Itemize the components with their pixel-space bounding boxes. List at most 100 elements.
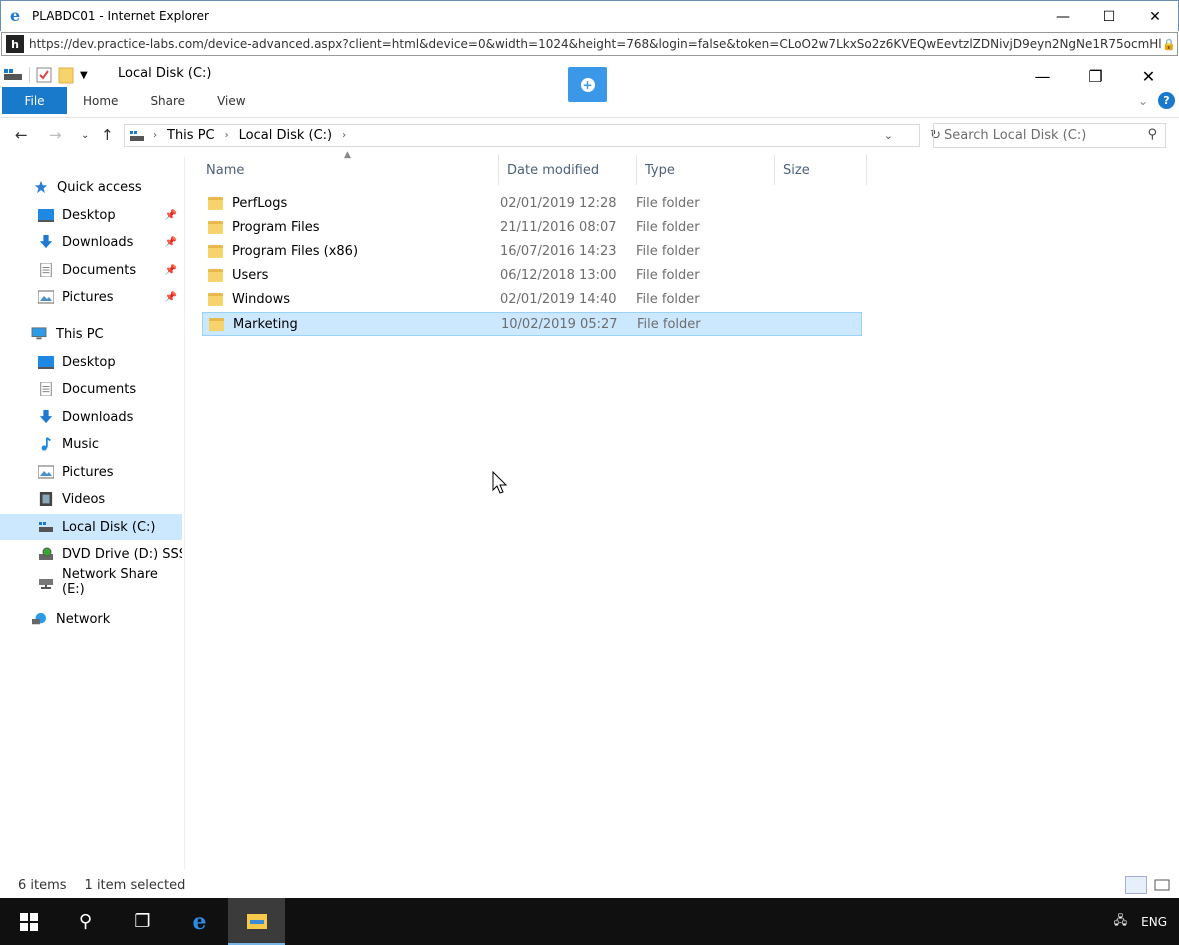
pin-icon[interactable]: 📌: [165, 237, 177, 248]
recent-locations-icon[interactable]: ⌄: [81, 130, 89, 141]
language-indicator[interactable]: ENG: [1141, 915, 1167, 929]
browser-close-button[interactable]: ✕: [1132, 1, 1178, 32]
file-row[interactable]: PerfLogs 02/01/2019 12:28 File folder: [202, 191, 862, 215]
internet-explorer-taskbar-button[interactable]: e: [171, 898, 228, 945]
tab-share[interactable]: Share: [134, 87, 201, 114]
folder-icon: [208, 268, 223, 282]
sidebar-item-label: Network Share (E:): [62, 567, 158, 597]
browser-title: PLABDC01 - Internet Explorer: [32, 9, 209, 23]
file-date: 02/01/2019 14:40: [500, 291, 617, 307]
column-header-size[interactable]: Size: [775, 155, 867, 185]
task-view-button[interactable]: ❐: [114, 898, 171, 945]
forward-arrow-icon[interactable]: →: [49, 126, 62, 144]
breadcrumb-chevron-icon[interactable]: ›: [342, 130, 346, 141]
sidebar-item-pc-downloads[interactable]: Downloads: [0, 404, 182, 430]
file-type: File folder: [636, 219, 700, 235]
sidebar-item-dvd-drive[interactable]: DVD Drive (D:) SSS_X: [0, 541, 182, 567]
desktop-icon: [38, 209, 54, 222]
sidebar-item-label: Pictures: [62, 289, 114, 305]
film-icon: [39, 492, 53, 506]
breadcrumb-this-pc[interactable]: This PC: [167, 128, 215, 143]
start-button[interactable]: [0, 898, 57, 945]
system-tray: 🖧 ENG: [1114, 898, 1167, 945]
address-bar[interactable]: h https://dev.practice-labs.com/device-a…: [1, 32, 1178, 56]
sidebar-item-label: Quick access: [57, 179, 142, 195]
file-row[interactable]: Windows 02/01/2019 14:40 File folder: [202, 287, 862, 311]
navigation-bar: ← → ⌄ ↑ › This PC › Local Disk (C:) › ⌄ …: [0, 117, 1179, 152]
customize-toolbar-icon[interactable]: ▼: [80, 70, 88, 81]
sidebar-item-desktop[interactable]: Desktop 📌: [0, 202, 182, 228]
browser-minimize-button[interactable]: —: [1040, 1, 1086, 32]
search-icon[interactable]: ⚲: [1147, 127, 1157, 142]
file-name: Users: [232, 267, 269, 283]
sidebar-item-documents[interactable]: Documents 📌: [0, 257, 182, 283]
network-tray-icon[interactable]: 🖧: [1114, 911, 1127, 932]
help-icon[interactable]: ?: [1158, 92, 1175, 109]
up-arrow-icon[interactable]: ↑: [101, 126, 114, 144]
back-arrow-icon[interactable]: ←: [15, 126, 28, 144]
sidebar-item-this-pc[interactable]: This PC: [0, 321, 182, 347]
close-button[interactable]: ✕: [1122, 62, 1175, 90]
file-row[interactable]: Program Files (x86) 16/07/2016 14:23 Fil…: [202, 239, 862, 263]
column-header-name[interactable]: Name: [198, 155, 499, 185]
sidebar-item-pc-documents[interactable]: Documents: [0, 376, 182, 402]
new-folder-icon[interactable]: [58, 66, 74, 84]
internet-explorer-icon: e: [10, 6, 21, 25]
sidebar-item-pc-pictures[interactable]: Pictures: [0, 459, 182, 485]
expand-ribbon-icon[interactable]: ⌄: [1138, 94, 1148, 108]
sidebar-item-network-share[interactable]: Network Share (E:): [0, 567, 182, 597]
file-row[interactable]: Users 06/12/2018 13:00 File folder: [202, 263, 862, 287]
file-row-selected[interactable]: Marketing 10/02/2019 05:27 File folder: [202, 312, 862, 336]
tab-file[interactable]: File: [2, 87, 67, 114]
status-bar: 6 items 1 item selected: [0, 872, 1179, 898]
address-dropdown-icon[interactable]: ⌄: [884, 129, 893, 142]
sidebar-item-label: Videos: [62, 491, 106, 507]
pin-icon[interactable]: 📌: [165, 292, 177, 303]
minimize-button[interactable]: —: [1016, 62, 1069, 90]
drive-icon: [39, 522, 53, 532]
sidebar-item-music[interactable]: Music: [0, 431, 182, 457]
large-icons-view-icon[interactable]: [1151, 876, 1173, 894]
breadcrumb-chevron-icon[interactable]: ›: [153, 130, 157, 141]
column-header-date[interactable]: Date modified: [499, 155, 637, 185]
pictures-icon: [38, 290, 54, 304]
star-icon: [34, 180, 48, 194]
sidebar-item-videos[interactable]: Videos: [0, 486, 182, 512]
sidebar-item-local-disk[interactable]: Local Disk (C:): [0, 514, 182, 540]
drive-icon: [130, 130, 144, 141]
pin-icon[interactable]: 📌: [165, 210, 177, 221]
search-taskbar-button[interactable]: ⚲: [57, 898, 114, 945]
tab-view[interactable]: View: [201, 87, 261, 114]
restore-button[interactable]: ❐: [1069, 62, 1122, 90]
lock-icon[interactable]: 🔒: [1161, 38, 1177, 51]
breadcrumb-chevron-icon[interactable]: ›: [225, 130, 229, 141]
pin-icon[interactable]: 📌: [165, 265, 177, 276]
search-input[interactable]: Search Local Disk (C:) ⚲: [933, 123, 1166, 148]
explorer-title: Local Disk (C:): [118, 66, 212, 81]
file-date: 21/11/2016 08:07: [500, 219, 617, 235]
tab-home[interactable]: Home: [67, 87, 134, 114]
file-name: PerfLogs: [232, 195, 288, 211]
address-url[interactable]: https://dev.practice-labs.com/device-adv…: [29, 37, 1161, 51]
file-row[interactable]: Program Files 21/11/2016 08:07 File fold…: [202, 215, 862, 239]
selection-count: 1 item selected: [84, 877, 186, 893]
folder-icon: [208, 196, 223, 210]
document-icon: [40, 382, 52, 396]
quick-access-toolbar: ▼: [3, 66, 88, 84]
sidebar-item-downloads[interactable]: Downloads 📌: [0, 229, 182, 255]
file-date: 10/02/2019 05:27: [501, 316, 618, 332]
sidebar-item-label: Desktop: [62, 354, 116, 370]
sidebar-item-network[interactable]: Network: [0, 606, 182, 632]
desktop-icon: [38, 356, 54, 369]
file-explorer-taskbar-button[interactable]: [228, 898, 285, 945]
details-view-icon[interactable]: [1125, 876, 1147, 894]
browser-maximize-button[interactable]: ☐: [1086, 1, 1132, 32]
breadcrumb[interactable]: › This PC › Local Disk (C:) › ⌄ ↻: [124, 124, 941, 147]
sidebar-item-pictures[interactable]: Pictures 📌: [0, 284, 182, 310]
column-header-type[interactable]: Type: [637, 155, 775, 185]
sidebar-item-pc-desktop[interactable]: Desktop: [0, 349, 182, 375]
properties-icon[interactable]: [36, 67, 52, 83]
sidebar-item-quick-access[interactable]: Quick access: [0, 174, 182, 200]
download-arrow-icon: [39, 235, 53, 249]
breadcrumb-local-disk[interactable]: Local Disk (C:): [239, 128, 332, 143]
